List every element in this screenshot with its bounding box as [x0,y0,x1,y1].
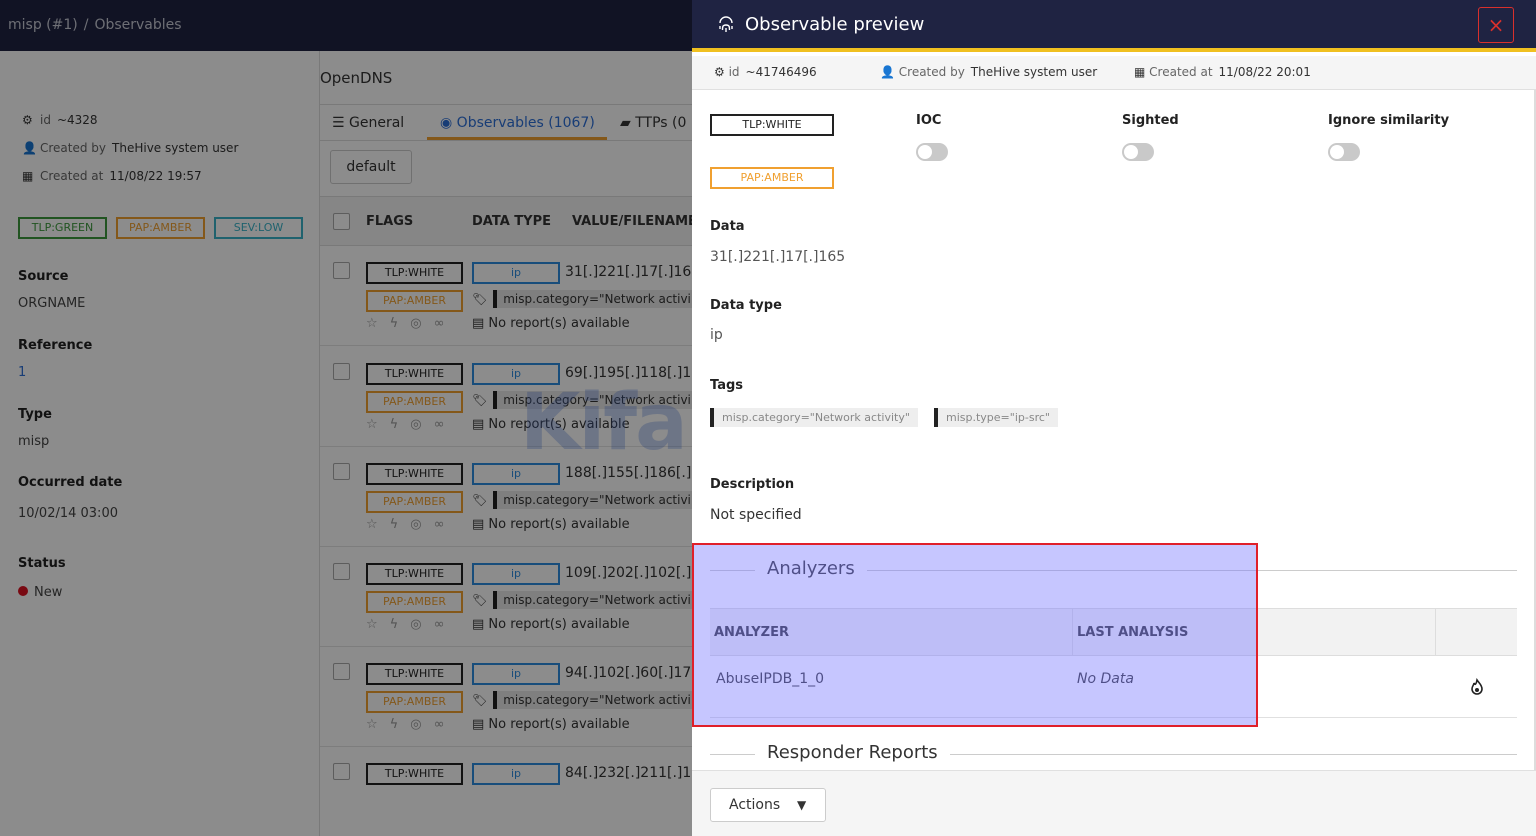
sighted-toggle[interactable] [1122,143,1154,161]
preview-header: Observable preview × [692,0,1536,52]
preview-id-label: id [728,65,740,79]
close-icon: × [1487,13,1505,37]
sighted-label: Sighted [1122,113,1179,128]
preview-created-at-label: Created at [1149,65,1213,79]
analyzers-highlight-box [692,543,1258,727]
datatype-value: ip [710,327,723,343]
preview-id-value: ~41746496 [745,65,817,79]
fingerprint-icon [719,16,733,32]
data-label: Data [710,219,745,234]
tag-chip: misp.type="ip-src" [934,408,1058,427]
actions-dropdown[interactable]: Actions ▼ [710,788,826,822]
preview-created-by: 👤 Created by TheHive system user [880,65,1097,79]
datatype-label: Data type [710,298,782,313]
ignore-similarity-toggle[interactable] [1328,143,1360,161]
calendar-icon: ▦ [1134,65,1150,79]
run-analyzer-fire-icon[interactable] [1468,678,1486,696]
preview-created-at: ▦ Created at 11/08/22 20:01 [1134,65,1311,79]
preview-meta-bar: ⚙ id ~41746496 👤 Created by TheHive system… [692,56,1536,90]
description-value: Not specified [710,507,802,523]
preview-created-at-value: 11/08/22 20:01 [1218,65,1311,79]
ioc-label: IOC [916,113,942,128]
gear-icon: ⚙ [714,65,729,79]
data-value: 31[.]221[.]17[.]165 [710,249,846,265]
preview-title: Observable preview [745,14,925,35]
user-icon: 👤 [880,65,899,79]
preview-created-by-label: Created by [898,65,965,79]
chevron-down-icon: ▼ [797,798,807,812]
responder-title: Responder Reports [755,742,950,763]
preview-created-by-value: TheHive system user [970,65,1098,79]
modal-backdrop[interactable] [0,0,692,836]
preview-pap-badge: PAP:AMBER [710,167,834,189]
close-button[interactable]: × [1478,7,1514,43]
col-divider [1435,609,1436,655]
description-label: Description [710,477,795,492]
tags-label: Tags [710,378,744,393]
preview-id: ⚙ id ~41746496 [714,65,817,79]
tag-chip: misp.category="Network activity" [710,408,918,427]
preview-tlp-badge: TLP:WHITE [710,114,834,136]
ioc-toggle[interactable] [916,143,948,161]
actions-label: Actions [729,797,781,813]
ignore-similarity-label: Ignore similarity [1328,113,1450,128]
